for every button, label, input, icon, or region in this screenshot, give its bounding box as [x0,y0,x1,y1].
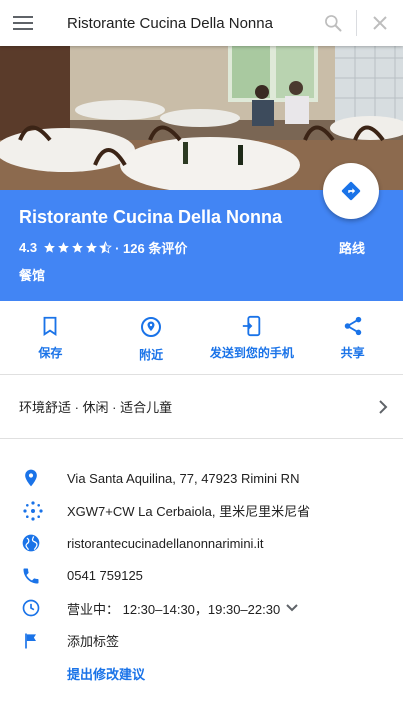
search-input[interactable]: Ristorante Cucina Della Nonna [46,15,310,32]
phone-number[interactable]: 0541 759125 [67,568,143,583]
send-to-phone-button[interactable]: 发送到您的手机 [202,301,303,374]
hours-row[interactable]: 营业中： 12:30–14:30，19:30–22:30 [0,592,403,625]
star-icon [58,242,69,253]
flag-icon [0,631,67,651]
directions-button[interactable] [323,163,379,219]
place-title: Ristorante Cucina Della Nonna [19,207,283,227]
address-row[interactable]: Via Santa Aquilina, 77, 47923 Rimini RN [0,462,403,495]
location-pin-icon [0,468,67,488]
search-button[interactable] [310,0,356,46]
attributes-row[interactable]: 环境舒适 · 休闲 · 适合儿童 [0,375,403,439]
rating-row[interactable]: 4.3 · 126 条评价 [19,238,187,257]
review-count: · 126 条评价 [115,241,188,256]
hamburger-menu-icon [13,16,33,30]
star-icon [72,242,83,253]
save-button[interactable]: 保存 [0,301,101,374]
attributes-text: 环境舒适 · 休闲 · 适合儿童 [19,400,173,415]
add-label-row[interactable]: 添加标签 [0,625,403,658]
directions-icon [341,181,361,201]
suggest-edit-link[interactable]: 提出修改建议 [67,664,145,683]
plus-code-row[interactable]: XGW7+CW La Cerbaiola, 里米尼里米尼省 [0,495,403,528]
suggest-edit-row[interactable]: 提出修改建议 [0,657,403,690]
send-to-phone-label: 发送到您的手机 [209,346,294,360]
chevron-right-icon [363,399,403,414]
menu-button[interactable] [0,0,46,46]
globe-icon [0,533,67,553]
phone-row[interactable]: 0541 759125 [0,560,403,593]
rating-value: 4.3 [19,240,38,255]
share-button[interactable]: 共享 [302,301,403,374]
directions-label: 路线 [338,241,365,256]
phone-icon [0,566,67,586]
website-row[interactable]: ristorantecucinadellanonnarimini.it [0,527,403,560]
star-icon [44,242,55,253]
nearby-button[interactable]: 附近 [101,301,202,374]
nearby-icon [141,317,162,337]
place-category: 餐馆 [19,268,46,283]
plus-code-text: XGW7+CW La Cerbaiola, 里米尼里米尼省 [67,504,311,520]
plus-code-icon [0,499,67,523]
hours-text: 营业中： 12:30–14:30，19:30–22:30 [67,601,281,617]
details-list: Via Santa Aquilina, 77, 47923 Rimini RN … [0,462,403,690]
address-text: Via Santa Aquilina, 77, 47923 Rimini RN [67,470,300,486]
rating-stars [43,241,113,254]
save-label: 保存 [38,346,63,360]
website-link[interactable]: ristorantecucinadellanonnarimini.it [67,536,264,551]
clock-icon [0,598,67,618]
bookmark-icon [43,316,57,336]
share-label: 共享 [340,346,365,360]
close-icon [373,16,387,30]
send-to-phone-icon [242,315,261,337]
add-label-text: 添加标签 [67,634,120,650]
share-icon [344,316,361,336]
close-button[interactable] [357,0,403,46]
action-bar: 保存 附近 发送到您的手机 共享 [0,301,403,375]
chevron-down-icon[interactable] [286,604,298,612]
star-icon [86,242,97,253]
search-icon [325,15,342,32]
half-star-icon [99,241,112,254]
search-bar[interactable]: Ristorante Cucina Della Nonna [0,0,403,46]
nearby-label: 附近 [139,348,164,362]
